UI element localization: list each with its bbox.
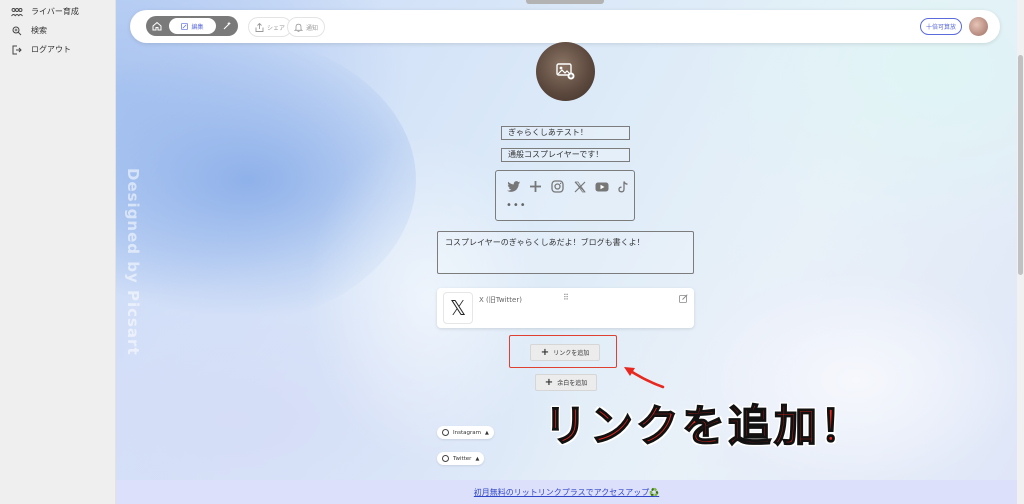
mode-switch: 編集 <box>146 16 238 36</box>
sidebar-item-search[interactable]: 検索 <box>0 21 115 40</box>
share-button[interactable]: シェア <box>248 17 293 37</box>
top-toolbar: 編集 シェア 通知 十倍可算放 <box>130 10 1000 43</box>
sidebar-item-label: ログアウト <box>31 45 71 54</box>
chip-label: Instagram <box>453 429 481 436</box>
magic-wand-icon[interactable] <box>220 19 234 33</box>
promo-banner: 初月無料のリットリンクプラスでアクセスアップ♻️ <box>116 480 1017 504</box>
link-card-title: X (旧Twitter) <box>479 296 522 304</box>
sidebar-item-label: ライバー育成 <box>31 7 79 16</box>
edit-mode-label: 編集 <box>191 23 204 31</box>
profile-preview-canvas: Designed by Picsart 編集 シェア 通知 十倍可算放 ぎゃらく… <box>116 0 1017 480</box>
tiktok-icon[interactable] <box>616 179 631 194</box>
chip-label: Twitter <box>453 455 472 462</box>
user-avatar[interactable] <box>969 17 988 36</box>
add-space-button[interactable]: + 余白を追加 <box>535 374 597 391</box>
designed-by-watermark: Designed by Picsart <box>124 168 142 356</box>
more-icon[interactable]: ••• <box>506 200 527 211</box>
annotation-text: リンクを追加！ <box>543 401 866 453</box>
profile-name-field[interactable]: ぎゃらくしあテスト！ <box>501 126 630 140</box>
edit-icon[interactable] <box>678 293 688 303</box>
people-icon <box>11 6 23 18</box>
bio-textarea[interactable]: コスプレイヤーのぎゃらくしあだよ！ブログも書くよ！ <box>437 231 694 274</box>
sidebar-item-logout[interactable]: ログアウト <box>0 40 115 59</box>
add-link-label: リンクを追加 <box>553 350 590 357</box>
youtube-icon[interactable] <box>594 179 609 194</box>
drag-handle-icon[interactable]: ⠿ <box>563 293 569 302</box>
scrollbar[interactable] <box>1017 0 1024 504</box>
share-icon <box>255 22 264 32</box>
annotation-arrow-icon <box>624 367 665 389</box>
sidebar: ライバー育成 検索 ログアウト <box>0 0 116 504</box>
plus-icon: + <box>540 346 550 358</box>
promo-link[interactable]: 初月無料のリットリンクプラスでアクセスアップ♻️ <box>474 487 659 498</box>
scroll-thumb[interactable] <box>1018 55 1023 275</box>
notification-button[interactable]: 通知 <box>287 17 326 37</box>
social-icons-box[interactable]: ••• <box>495 170 635 221</box>
circle-icon <box>442 429 449 436</box>
twitter-chip[interactable]: Twitter ▲ <box>437 452 485 465</box>
share-label: シェア <box>267 24 286 32</box>
instagram-chip[interactable]: Instagram ▲ <box>437 426 494 439</box>
circle-icon <box>442 455 449 462</box>
add-link-button[interactable]: + リンクを追加 <box>530 344 600 361</box>
notification-label: 通知 <box>306 24 319 32</box>
instagram-icon[interactable] <box>550 179 565 194</box>
x-icon[interactable] <box>572 179 587 194</box>
plus-icon[interactable] <box>528 179 543 194</box>
x-logo-icon: 𝕏 <box>443 292 473 324</box>
image-edit-icon <box>555 62 574 79</box>
home-icon[interactable] <box>150 19 164 33</box>
upgrade-button[interactable]: 十倍可算放 <box>919 18 962 35</box>
sidebar-item-liver-training[interactable]: ライバー育成 <box>0 2 115 21</box>
edit-mode-button[interactable]: 編集 <box>169 18 216 34</box>
top-handle <box>526 0 604 4</box>
logout-icon <box>11 44 23 56</box>
edit-icon <box>181 22 189 30</box>
profile-subtitle-field[interactable]: 通般コスプレイヤーです！ <box>501 148 630 162</box>
link-card[interactable]: 𝕏 X (旧Twitter) ⠿ <box>437 288 694 328</box>
search-icon <box>11 25 23 37</box>
twitter-icon[interactable] <box>506 179 521 194</box>
profile-avatar[interactable] <box>536 42 595 101</box>
triangle-up-icon: ▲ <box>484 429 489 436</box>
add-space-label: 余白を追加 <box>557 380 588 387</box>
triangle-up-icon: ▲ <box>475 455 480 462</box>
sidebar-item-label: 検索 <box>31 26 47 35</box>
bell-icon <box>294 23 303 32</box>
plus-icon: + <box>544 376 554 388</box>
